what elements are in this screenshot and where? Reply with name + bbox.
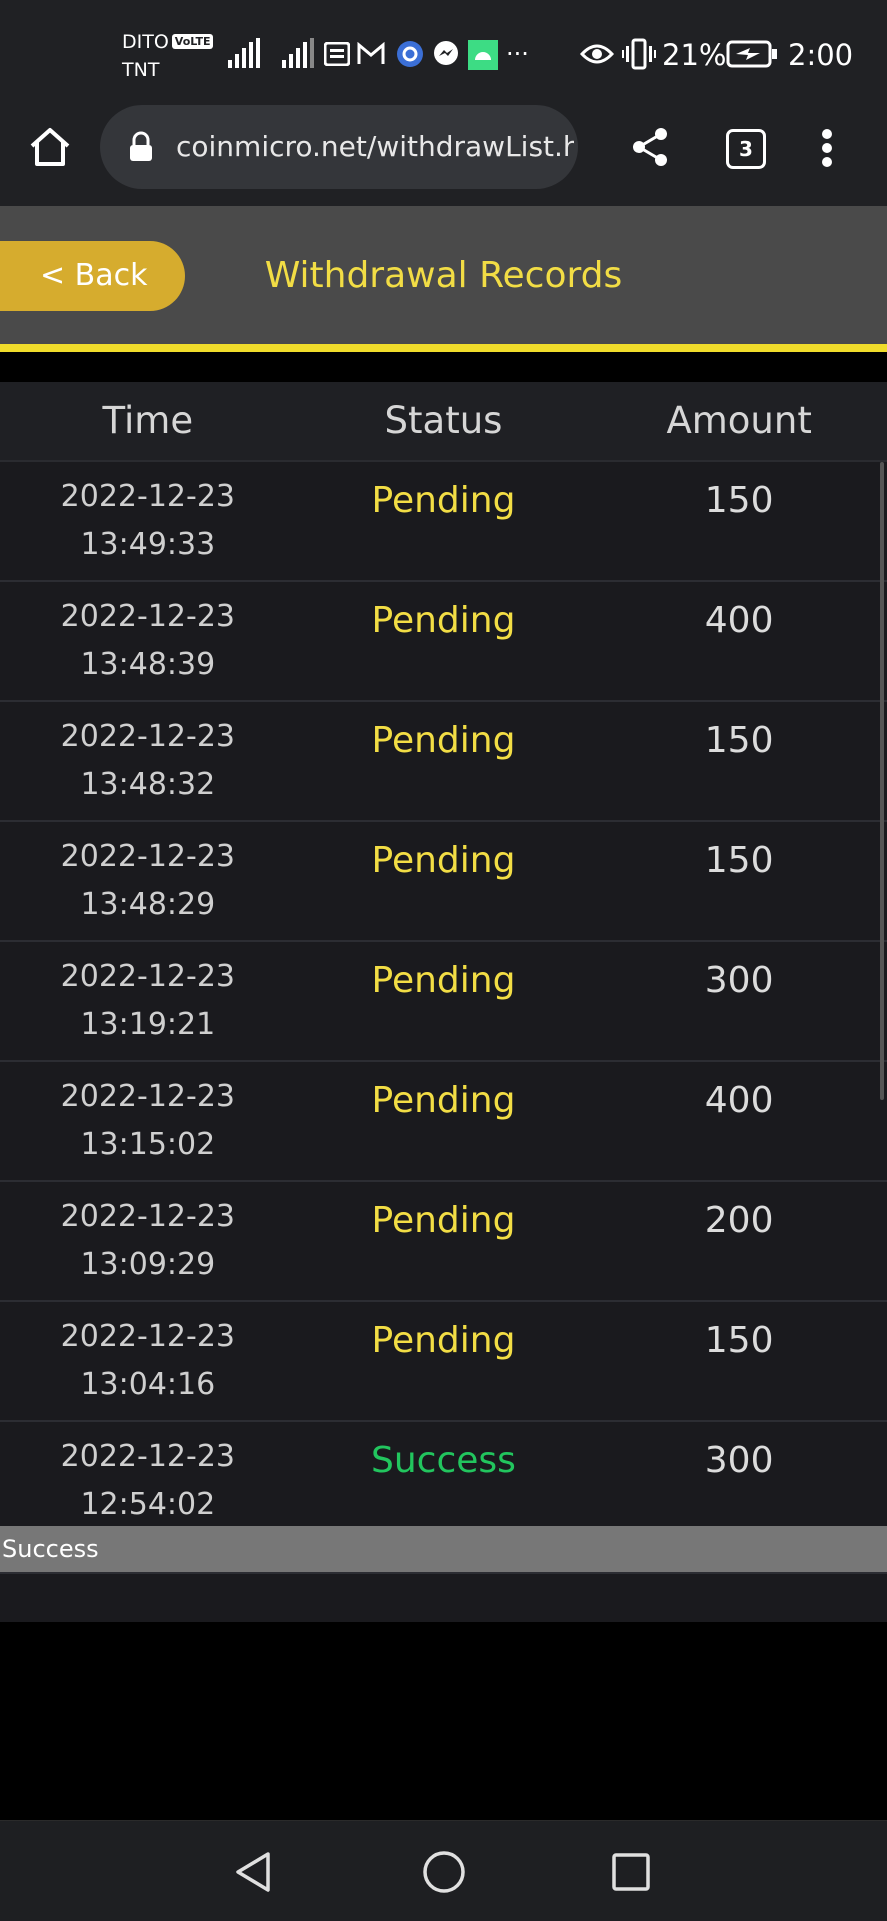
carrier-secondary: TNT <box>122 59 160 81</box>
amount-cell: 300 <box>704 960 774 1001</box>
amount-cell: 150 <box>704 1320 774 1361</box>
date-text: 2022-12-23 <box>60 959 235 994</box>
back-nav-icon[interactable] <box>234 1851 272 1893</box>
clock-time: 2:00 <box>788 38 854 72</box>
eye-icon <box>580 44 614 64</box>
messenger-icon <box>434 41 458 65</box>
table-row: 2022-12-23 13:09:29 Pending 200 <box>0 1182 887 1302</box>
time-text: 13:04:16 <box>80 1367 216 1402</box>
time-cell: 2022-12-23 13:04:16 <box>0 1302 296 1420</box>
android-icon <box>468 40 498 70</box>
back-button[interactable]: < Back <box>0 241 185 311</box>
amount-cell: 150 <box>704 480 774 521</box>
page-scrollbar[interactable] <box>880 462 884 1100</box>
status-cell: Pending <box>371 840 516 881</box>
table-row: 2022-12-23 12:54:02 Success 300 <box>0 1422 887 1542</box>
time-cell: 2022-12-23 13:19:21 <box>0 942 296 1060</box>
carrier-primary: DITO <box>122 31 169 53</box>
address-bar[interactable]: coinmicro.net/withdrawList.ht <box>100 105 578 189</box>
table-row: 2022-12-23 13:04:16 Pending 150 <box>0 1302 887 1422</box>
table-header: Time Status Amount <box>0 382 887 462</box>
status-cell: Pending <box>371 600 516 641</box>
status-cell: Success <box>371 1440 516 1481</box>
status-cell: Pending <box>371 1200 516 1241</box>
news-icon <box>324 42 350 66</box>
table-row: 2022-12-23 13:48:32 Pending 150 <box>0 702 887 822</box>
date-text: 2022-12-23 <box>60 839 235 874</box>
more-menu-icon[interactable] <box>820 128 834 168</box>
column-header-time: Time <box>102 399 194 442</box>
time-cell: 2022-12-23 13:49:33 <box>0 462 296 580</box>
table-footer <box>0 1572 887 1622</box>
status-cell: Pending <box>371 960 516 1001</box>
signal-icon <box>228 38 260 68</box>
recents-nav-icon[interactable] <box>612 1853 650 1891</box>
share-icon[interactable] <box>631 127 669 167</box>
lock-icon <box>130 131 152 161</box>
time-cell: 2022-12-23 13:48:39 <box>0 582 296 700</box>
browser-toolbar: coinmicro.net/withdrawList.ht 3 <box>0 100 887 206</box>
more-notifications-indicator: ··· <box>506 40 529 68</box>
amount-cell: 150 <box>704 840 774 881</box>
gmail-icon <box>357 42 385 64</box>
status-cell: Pending <box>371 720 516 761</box>
header-divider <box>0 344 887 352</box>
status-cell: Pending <box>371 1320 516 1361</box>
time-text: 13:09:29 <box>80 1247 216 1282</box>
time-cell: 2022-12-23 13:48:32 <box>0 702 296 820</box>
time-text: 13:19:21 <box>80 1007 216 1042</box>
amount-cell: 150 <box>704 720 774 761</box>
status-cell: Pending <box>371 480 516 521</box>
time-cell: 2022-12-23 13:15:02 <box>0 1062 296 1180</box>
carrier-info: DITO VoLTE TNT <box>122 28 214 84</box>
amount-cell: 400 <box>704 600 774 641</box>
time-cell: 2022-12-23 13:48:29 <box>0 822 296 940</box>
date-text: 2022-12-23 <box>60 1199 235 1234</box>
amount-cell: 400 <box>704 1080 774 1121</box>
status-tooltip: Success <box>0 1526 887 1572</box>
amount-cell: 300 <box>704 1440 774 1481</box>
page-header: Withdrawal Records < Back <box>0 206 887 344</box>
table-row: 2022-12-23 13:49:33 Pending 150 <box>0 462 887 582</box>
time-text: 13:48:32 <box>80 767 216 802</box>
url-text[interactable]: coinmicro.net/withdrawList.ht <box>176 127 574 167</box>
browser-app-icon <box>397 41 423 67</box>
battery-percent: 21% <box>662 38 727 72</box>
date-text: 2022-12-23 <box>60 1319 235 1354</box>
column-header-amount: Amount <box>666 399 812 442</box>
table-row: 2022-12-23 13:15:02 Pending 400 <box>0 1062 887 1182</box>
status-bar: DITO VoLTE TNT ··· 21% 2:00 <box>0 0 887 100</box>
time-text: 12:54:02 <box>80 1487 216 1522</box>
date-text: 2022-12-23 <box>60 599 235 634</box>
time-cell: 2022-12-23 13:09:29 <box>0 1182 296 1300</box>
home-icon[interactable] <box>28 126 72 168</box>
system-navigation-bar <box>0 1820 887 1921</box>
table-row: 2022-12-23 13:19:21 Pending 300 <box>0 942 887 1062</box>
date-text: 2022-12-23 <box>60 719 235 754</box>
tab-switcher-button[interactable]: 3 <box>726 129 766 169</box>
column-header-status: Status <box>384 399 503 442</box>
time-text: 13:48:29 <box>80 887 216 922</box>
time-text: 13:48:39 <box>80 647 216 682</box>
home-nav-icon[interactable] <box>422 1850 466 1894</box>
table-row: 2022-12-23 13:48:29 Pending 150 <box>0 822 887 942</box>
table-row: 2022-12-23 13:48:39 Pending 400 <box>0 582 887 702</box>
date-text: 2022-12-23 <box>60 1079 235 1114</box>
vibrate-icon <box>622 38 656 70</box>
time-text: 13:49:33 <box>80 527 216 562</box>
battery-charging-icon <box>726 40 777 68</box>
date-text: 2022-12-23 <box>60 1439 235 1474</box>
amount-cell: 200 <box>704 1200 774 1241</box>
signal-icon-secondary <box>282 38 314 68</box>
status-cell: Pending <box>371 1080 516 1121</box>
time-text: 13:15:02 <box>80 1127 216 1162</box>
time-cell: 2022-12-23 12:54:02 <box>0 1422 296 1542</box>
volte-badge: VoLTE <box>171 34 214 49</box>
date-text: 2022-12-23 <box>60 479 235 514</box>
withdrawal-table: Time Status Amount 2022-12-23 13:49:33 Pe… <box>0 382 887 1542</box>
